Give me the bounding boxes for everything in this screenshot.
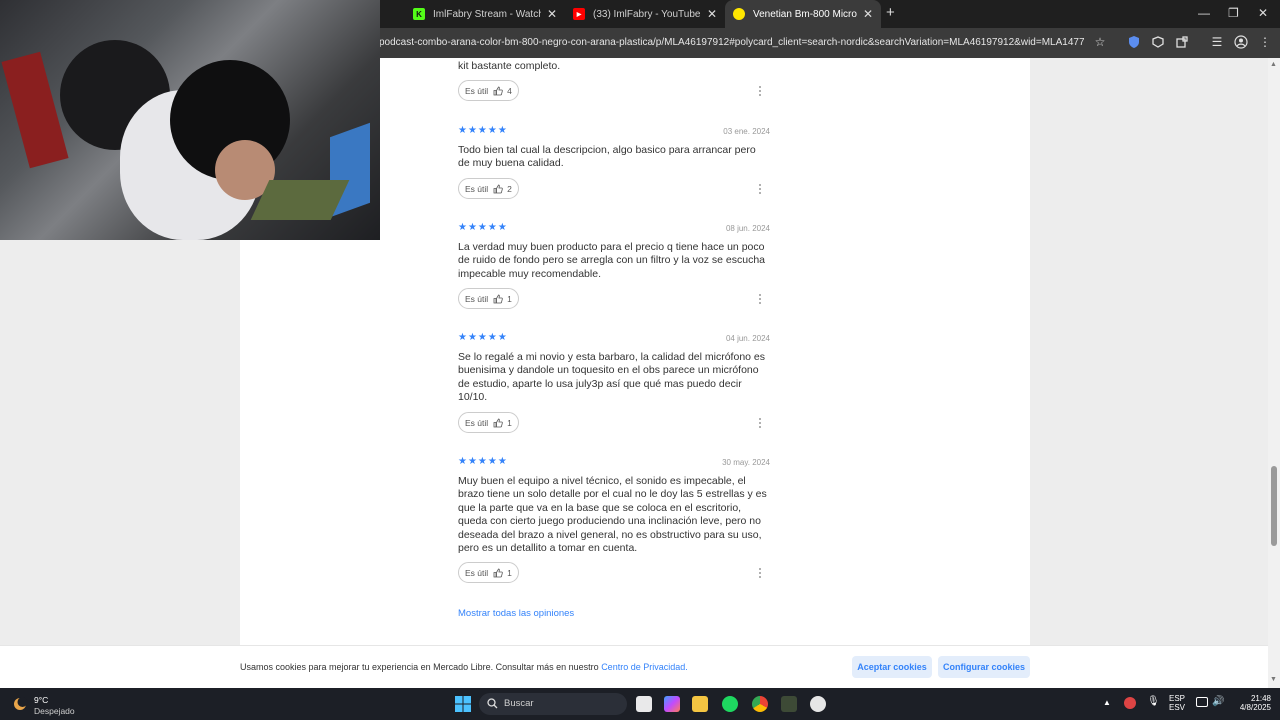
webcam-overlay	[0, 0, 380, 240]
close-tab-icon[interactable]: ✕	[863, 7, 873, 21]
weather-moon-icon	[14, 697, 28, 710]
review-item: ★★★★★ 30 may. 2024 Muy buen el equipo a …	[458, 456, 770, 586]
review-item: ★★★★★ 04 jun. 2024 Se lo regalé a mi nov…	[458, 332, 770, 433]
review-text: kit bastante completo.	[458, 60, 561, 72]
review-text: Muy buen el equipo a nivel técnico, el s…	[458, 475, 767, 555]
star-rating: ★★★★★	[458, 332, 508, 343]
search-icon	[487, 698, 498, 709]
review-options-icon[interactable]	[757, 292, 763, 306]
review-item-previous: kit bastante completo. Es útil 4	[458, 58, 770, 103]
accept-cookies-button[interactable]: Aceptar cookies	[852, 656, 932, 678]
helpful-button[interactable]: Es útil 1	[458, 412, 519, 433]
helpful-button[interactable]: Es útil 1	[458, 288, 519, 309]
review-item: ★★★★★ 03 ene. 2024 Todo bien tal cual la…	[458, 125, 770, 205]
star-rating: ★★★★★	[458, 125, 508, 136]
close-tab-icon[interactable]: ✕	[547, 7, 557, 21]
spotify-icon[interactable]	[722, 696, 738, 712]
close-tab-icon[interactable]: ✕	[707, 7, 717, 21]
youtube-icon: ▶	[573, 8, 585, 20]
review-item: ★★★★★ 08 jun. 2024 La verdad muy buen pr…	[458, 222, 770, 312]
profile-icon[interactable]	[1234, 35, 1248, 49]
review-text: La verdad muy buen producto para el prec…	[458, 241, 766, 280]
microphone-icon[interactable]: 🎙	[1147, 696, 1160, 707]
close-window-icon[interactable]: ✕	[1258, 6, 1268, 20]
page-scrollbar[interactable]: ▲ ▼	[1268, 58, 1280, 688]
helpful-button[interactable]: Es útil 2	[458, 178, 519, 199]
review-options-icon[interactable]	[757, 416, 763, 430]
chrome-icon[interactable]	[752, 696, 768, 712]
extension-icon[interactable]	[1151, 35, 1165, 49]
helpful-button[interactable]: Es útil 4	[458, 80, 519, 101]
obs-icon[interactable]	[810, 696, 826, 712]
tab-mercadolibre[interactable]: Venetian Bm-800 Microfono C ✕	[725, 0, 881, 28]
helpful-button[interactable]: Es útil 1	[458, 562, 519, 583]
file-explorer-icon[interactable]	[692, 696, 708, 712]
taskbar-search[interactable]: Buscar	[479, 693, 627, 715]
thumbs-up-icon	[493, 418, 503, 427]
thumbs-up-icon	[493, 184, 503, 193]
menu-kebab-icon[interactable]: ⋮	[1258, 35, 1272, 49]
address-bar[interactable]: podcast-combo-arana-color-bm-800-negro-c…	[379, 37, 1084, 48]
scrollbar-thumb[interactable]	[1271, 466, 1277, 546]
review-options-icon[interactable]	[757, 566, 763, 580]
scroll-up-icon[interactable]: ▲	[1270, 61, 1277, 68]
tray-app-icon[interactable]	[1124, 697, 1136, 709]
extension-shield-icon[interactable]	[1127, 35, 1141, 49]
thumbs-up-icon	[493, 294, 503, 303]
kick-icon: K	[413, 8, 425, 20]
windows-start-icon[interactable]	[455, 696, 471, 712]
show-all-reviews-link[interactable]: Mostrar todas las opiniones	[458, 608, 574, 619]
volume-icon[interactable]: 🔊	[1212, 696, 1224, 707]
scroll-down-icon[interactable]: ▼	[1270, 676, 1277, 683]
new-tab-button[interactable]: +	[886, 4, 895, 21]
review-date: 30 may. 2024	[722, 458, 770, 467]
tab-kick-stream[interactable]: K ImlFabry Stream - Watch Live o ✕	[405, 0, 565, 28]
thumbs-up-icon	[493, 86, 503, 95]
reading-list-icon[interactable]: ☰	[1210, 35, 1224, 49]
mercadolibre-icon	[733, 8, 745, 20]
review-text: Todo bien tal cual la descripcion, algo …	[458, 144, 756, 170]
star-rating: ★★★★★	[458, 222, 508, 233]
thumbs-up-icon	[493, 568, 503, 577]
task-view-icon[interactable]	[636, 696, 652, 712]
windows-taskbar: 9°C Despejado Buscar ▲ 🎙 ESP ESV 🔊 21:48…	[0, 688, 1280, 720]
weather-widget[interactable]: 9°C Despejado	[12, 693, 112, 716]
privacy-center-link[interactable]: Centro de Privacidad.	[601, 662, 688, 672]
star-rating: ★★★★★	[458, 456, 508, 467]
cookie-banner: Usamos cookies para mejorar tu experienc…	[0, 645, 1268, 688]
review-text: Se lo regalé a mi novio y esta barbaro, …	[458, 351, 766, 404]
network-icon[interactable]	[1196, 697, 1208, 707]
tray-overflow-icon[interactable]: ▲	[1103, 698, 1111, 707]
review-date: 03 ene. 2024	[723, 127, 770, 136]
bookmark-star-icon[interactable]: ☆	[1093, 35, 1107, 49]
tab-youtube[interactable]: ▶ (33) ImlFabry - YouTube ✕	[565, 0, 725, 28]
clock[interactable]: 21:48 4/8/2025	[1231, 694, 1271, 712]
puzzle-extensions-icon[interactable]	[1175, 35, 1189, 49]
cookie-text: Usamos cookies para mejorar tu experienc…	[240, 662, 602, 672]
restore-icon[interactable]: ❐	[1228, 6, 1239, 20]
copilot-icon[interactable]	[664, 696, 680, 712]
configure-cookies-button[interactable]: Configurar cookies	[938, 656, 1030, 678]
language-indicator[interactable]: ESP ESV	[1169, 694, 1185, 712]
review-date: 04 jun. 2024	[725, 334, 770, 343]
review-options-icon[interactable]	[757, 182, 763, 196]
app-icon[interactable]	[781, 696, 797, 712]
review-date: 08 jun. 2024	[725, 224, 770, 233]
minimize-icon[interactable]: —	[1198, 6, 1210, 20]
review-options-icon[interactable]	[757, 84, 763, 98]
